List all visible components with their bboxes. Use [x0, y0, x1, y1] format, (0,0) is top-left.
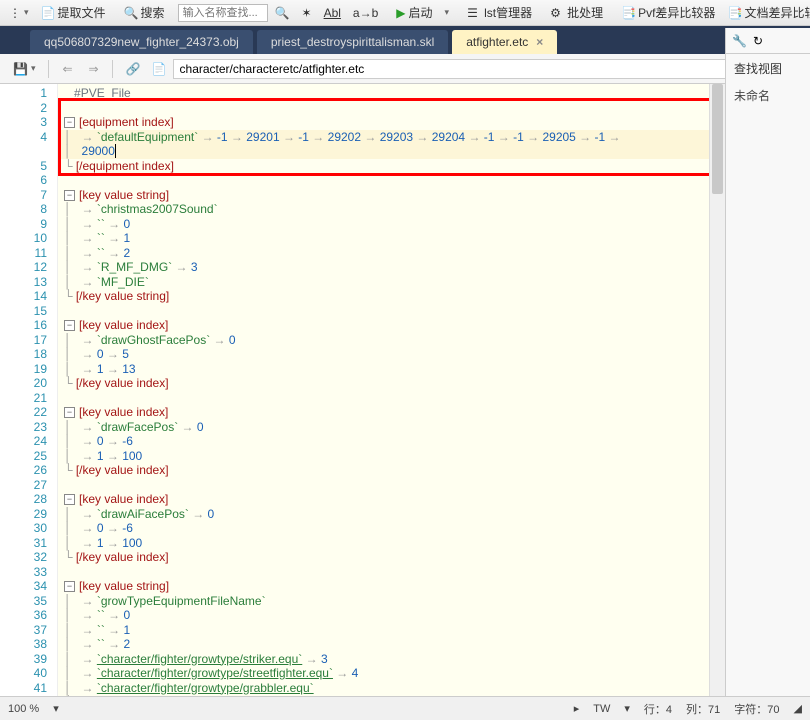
zoom-dropdown-icon[interactable]: ▾ — [53, 702, 59, 715]
fold-icon[interactable]: − — [64, 407, 75, 418]
word-icon[interactable]: a→b — [348, 4, 383, 22]
close-icon[interactable]: × — [536, 35, 543, 49]
start-dropdown[interactable] — [440, 5, 455, 20]
search-input[interactable] — [178, 4, 268, 22]
find-run-icon[interactable]: 🔧 — [732, 34, 747, 48]
regex-icon[interactable]: ✶ — [297, 4, 317, 22]
nav-back-icon[interactable]: ⇐ — [57, 60, 77, 78]
tab-obj-file[interactable]: qq506807329new_fighter_24373.obj — [30, 30, 253, 54]
file-path-input[interactable] — [173, 59, 778, 79]
fold-icon[interactable]: − — [64, 117, 75, 128]
file-icon: 📄 — [152, 62, 167, 76]
batch-button[interactable]: ⚙批处理 — [545, 2, 608, 23]
status-col: 列：71 — [686, 701, 720, 717]
search-button[interactable]: 🔍搜索 — [119, 2, 170, 23]
status-corner-icon[interactable]: ◢ — [794, 702, 802, 715]
tab-etc-file[interactable]: atfighter.etc× — [452, 30, 557, 54]
status-line: 行：4 — [644, 701, 672, 717]
scrollbar-thumb[interactable] — [712, 84, 723, 194]
nav-fwd-icon[interactable]: ⇒ — [84, 60, 104, 78]
tab-skl-file[interactable]: priest_destroyspirittalisman.skl — [257, 30, 448, 54]
nav-next-icon[interactable]: ▾ — [624, 702, 630, 715]
extract-file-button[interactable]: 📄提取文件 — [36, 2, 111, 23]
nav-prev-icon[interactable]: ▸ — [574, 702, 580, 715]
code-area[interactable]: #PVE_File −[equipment index] │ → `defaul… — [58, 84, 725, 696]
doc-diff-button[interactable]: 📑文档差异比较器 — [722, 2, 810, 23]
line-gutter: 1234 56789101112131415161718192021222324… — [0, 84, 58, 696]
document-tabbar: qq506807329new_fighter_24373.obj priest_… — [0, 26, 810, 54]
find-refresh-icon[interactable]: ↻ — [753, 34, 763, 48]
pvf-diff-button[interactable]: 📑Pvf差异比较器 — [616, 2, 720, 23]
link-icon[interactable]: 🔗 — [121, 60, 146, 78]
save-dropdown[interactable]: 💾 — [8, 60, 40, 78]
code-editor[interactable]: 1234 56789101112131415161718192021222324… — [0, 84, 725, 696]
status-bar: 100 % ▾ ▸ TW ▾ 行：4 列：71 字符：70 ◢ — [0, 696, 810, 720]
vertical-scrollbar[interactable] — [709, 84, 725, 696]
encoding-mode[interactable]: TW — [593, 703, 610, 715]
find-unnamed-label: 未命名 — [726, 83, 810, 108]
main-toolbar: ⋮ 📄提取文件 🔍搜索 🔍 ✶ Abl a→b ▶启动 ☰lst管理器 ⚙批处理… — [0, 0, 810, 26]
search-go-icon[interactable]: 🔍 — [270, 4, 295, 22]
find-panel-title: 查找视图 — [726, 54, 810, 83]
menu-dropdown[interactable]: ⋮ — [4, 4, 34, 22]
fold-icon[interactable]: − — [64, 190, 75, 201]
lst-manager-button[interactable]: ☰lst管理器 — [462, 2, 537, 23]
fold-icon[interactable]: − — [64, 320, 75, 331]
find-panel: 🔧 ↻ 查找视图 未命名 — [725, 28, 810, 718]
case-icon[interactable]: Abl — [319, 4, 346, 22]
editor-toolbar: 💾 ⇐ ⇒ 🔗 📄 ⧉ — [0, 54, 810, 84]
zoom-level[interactable]: 100 % — [8, 703, 39, 715]
start-button[interactable]: ▶启动 — [391, 2, 437, 23]
fold-icon[interactable]: − — [64, 581, 75, 592]
status-chars: 字符：70 — [734, 701, 779, 717]
fold-icon[interactable]: − — [64, 494, 75, 505]
